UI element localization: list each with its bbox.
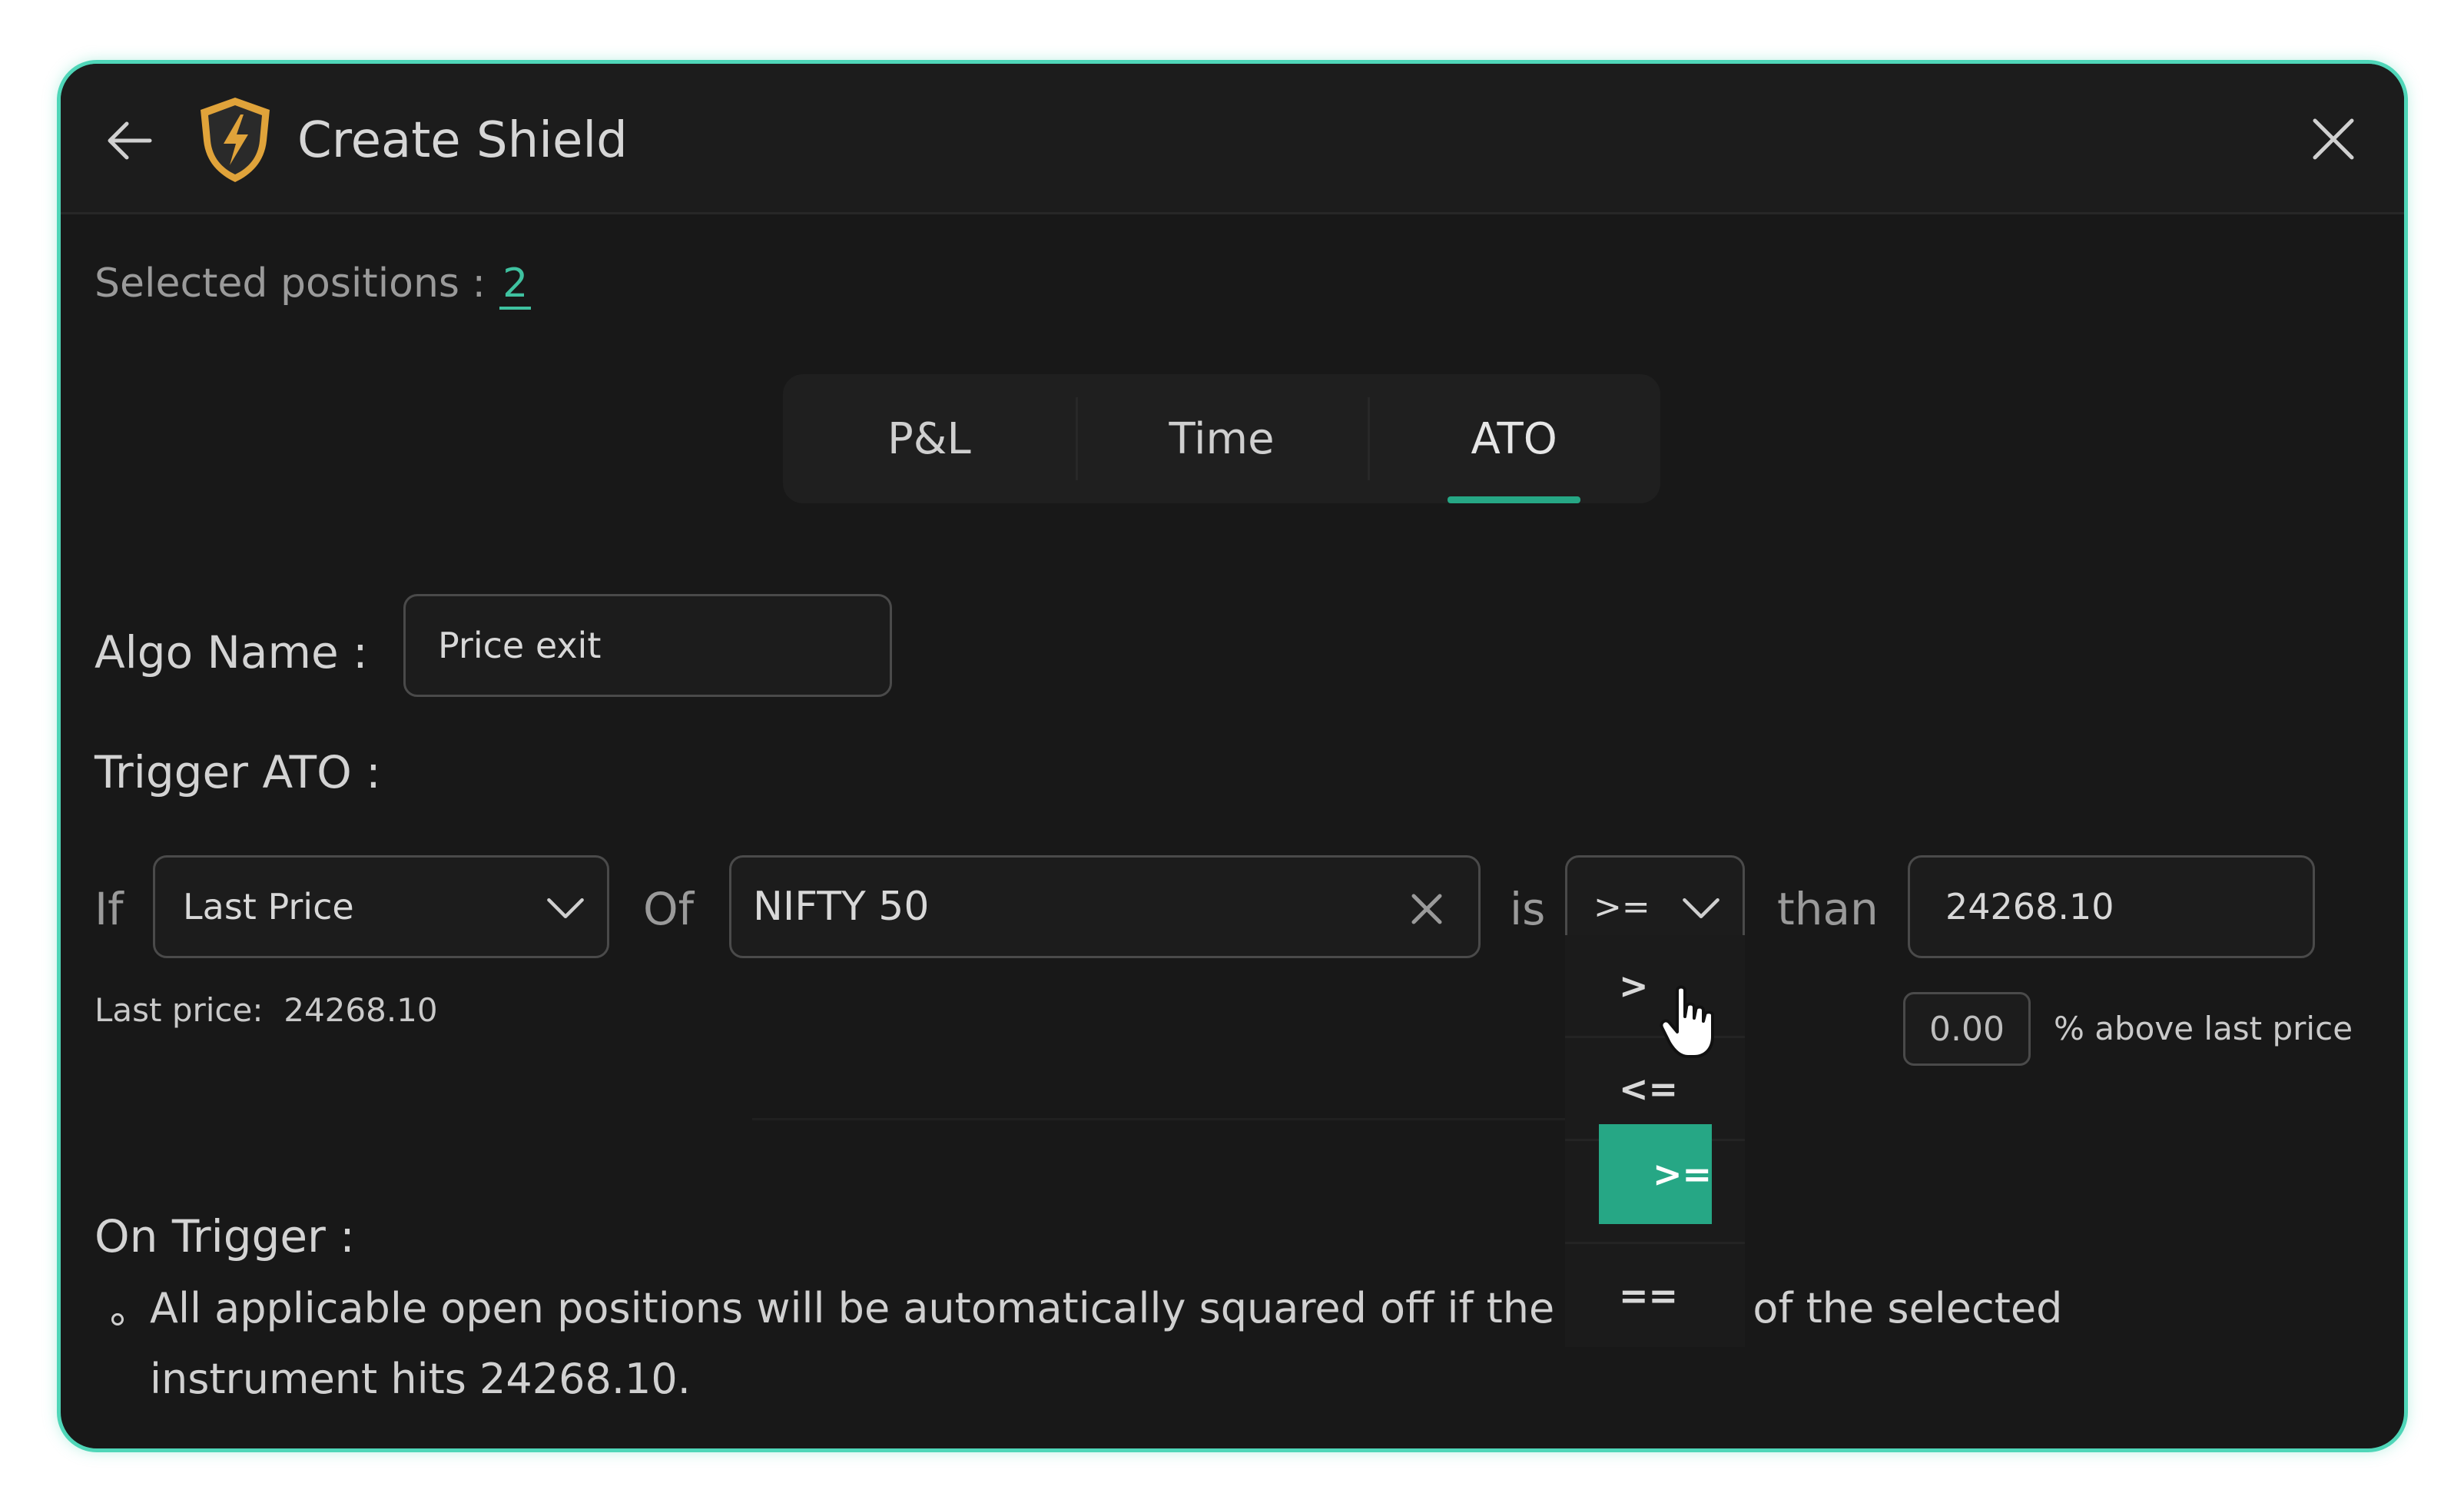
clear-icon[interactable] [1408, 890, 1446, 928]
percent-label: % above last price [2054, 1010, 2353, 1047]
on-trigger-description: All applicable open positions will be au… [150, 1273, 2224, 1415]
selected-positions: Selected positions : 2 [95, 253, 532, 314]
description-part1: All applicable open positions will be au… [150, 1284, 1580, 1332]
tab-pnl[interactable]: P&L [783, 374, 1076, 503]
if-label: If [95, 883, 124, 935]
algo-name-input[interactable]: Price exit [403, 594, 892, 697]
shield-type-tabs: P&L Time ATO [783, 374, 1660, 503]
hand-cursor-icon [1660, 985, 1714, 1058]
selected-positions-label: Selected positions : [95, 260, 486, 307]
operator-option[interactable]: >= [1599, 1124, 1713, 1224]
chevron-down-icon [547, 897, 584, 919]
modal-header: Create Shield [61, 64, 2404, 214]
last-price-info: Last price: 24268.10 [95, 987, 438, 1034]
shield-bolt-icon [201, 98, 270, 182]
percent-value: 0.00 [1929, 1009, 2005, 1049]
of-label: Of [643, 883, 695, 935]
instrument-input[interactable]: NIFTY 50 [729, 855, 1481, 958]
description-line2: instrument hits 24268.10. [150, 1355, 691, 1403]
back-arrow-icon[interactable] [99, 110, 161, 171]
trigger-price-input[interactable]: 24268.10 [1908, 855, 2315, 958]
algo-name-value: Price exit [438, 625, 602, 666]
algo-name-label: Algo Name : [95, 626, 368, 679]
instrument-value: NIFTY 50 [753, 884, 930, 930]
description-part2: of the selected [1753, 1284, 2063, 1332]
price-field-value: Last Price [183, 886, 354, 927]
modal-title: Create Shield [297, 112, 628, 169]
last-price-value: 24268.10 [284, 991, 438, 1029]
selected-positions-count[interactable]: 2 [499, 260, 532, 310]
than-label: than [1777, 883, 1879, 935]
operator-value: >= [1593, 887, 1650, 927]
on-trigger-label: On Trigger : [95, 1210, 355, 1262]
price-field-select[interactable]: Last Price [153, 855, 609, 958]
last-price-label: Last price: [95, 991, 264, 1029]
bullet-icon [111, 1313, 124, 1325]
chevron-down-icon [1683, 897, 1719, 919]
trigger-price-value: 24268.10 [1945, 886, 2114, 927]
is-label: is [1510, 883, 1546, 935]
trigger-ato-label: Trigger ATO : [95, 746, 381, 798]
close-icon[interactable] [2301, 107, 2366, 171]
section-divider [752, 1118, 1597, 1120]
tab-time[interactable]: Time [1075, 374, 1368, 503]
operator-option[interactable]: == [1565, 1244, 1745, 1347]
tab-ato[interactable]: ATO [1368, 374, 1660, 503]
percent-input[interactable]: 0.00 [1903, 992, 2031, 1066]
create-shield-modal: Create Shield Selected positions : 2 P&L … [57, 60, 2408, 1452]
